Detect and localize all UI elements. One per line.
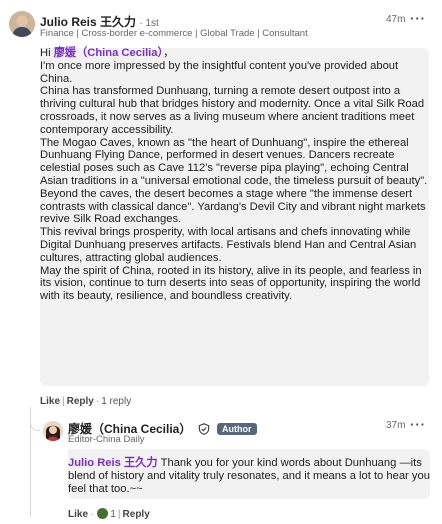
mention-link[interactable]: 廖媛（China Cecilia）	[54, 47, 163, 59]
comment-actions: Like | Reply · 1 reply	[40, 396, 131, 407]
comment-body: Hi 廖媛（China Cecilia）， I'm once more impr…	[40, 47, 436, 303]
comment-author-name[interactable]: Julio Reis 王久力	[40, 15, 136, 29]
reply-reply-button[interactable]: Reply	[123, 509, 150, 520]
avatar[interactable]	[9, 11, 35, 37]
reply-more-options-icon[interactable]: ···	[410, 417, 426, 432]
like-button[interactable]: Like	[40, 396, 60, 407]
dot-separator: ·	[90, 509, 94, 520]
comment-greeting: Hi 廖媛（China Cecilia），	[40, 47, 175, 59]
divider: |	[117, 509, 121, 520]
reply-author-headline: Editor-China Daily	[68, 434, 145, 445]
comment-paragraph: May the spirit of China, rooted in its h…	[40, 264, 422, 303]
reply-actions: Like · 1 | Reply	[68, 508, 150, 520]
comment-paragraph: This revival brings prosperity, with loc…	[40, 226, 417, 264]
more-options-icon[interactable]: ···	[410, 11, 426, 26]
comment-paragraph: The Mogao Caves, known as "the heart of …	[40, 136, 428, 187]
reply-mention-link[interactable]: Julio Reis 王久力	[68, 457, 158, 469]
comment-author-headline: Finance | Cross-border e-commerce | Glob…	[40, 28, 308, 39]
comment-timestamp: 47m	[386, 14, 406, 25]
verified-icon	[198, 423, 210, 438]
comment-paragraph: China has transformed Dunhuang, turning …	[40, 85, 425, 136]
divider: |	[62, 396, 65, 407]
reply-body: Julio Reis 王久力 Thank you for your kind w…	[68, 457, 432, 496]
thread-connector	[30, 418, 40, 431]
reply-count[interactable]: 1 reply	[101, 396, 131, 407]
author-badge: Author	[217, 423, 257, 435]
reply-avatar[interactable]	[43, 421, 63, 441]
comment-paragraph: I'm once more impressed by the insightfu…	[40, 59, 399, 85]
reply-like-button[interactable]: Like	[68, 509, 88, 520]
reply-button[interactable]: Reply	[67, 396, 94, 407]
support-reaction-icon[interactable]	[97, 508, 109, 519]
reply-timestamp: 37m	[386, 420, 406, 431]
comment-paragraph: Beyond the caves, the desert becomes a s…	[40, 187, 426, 226]
